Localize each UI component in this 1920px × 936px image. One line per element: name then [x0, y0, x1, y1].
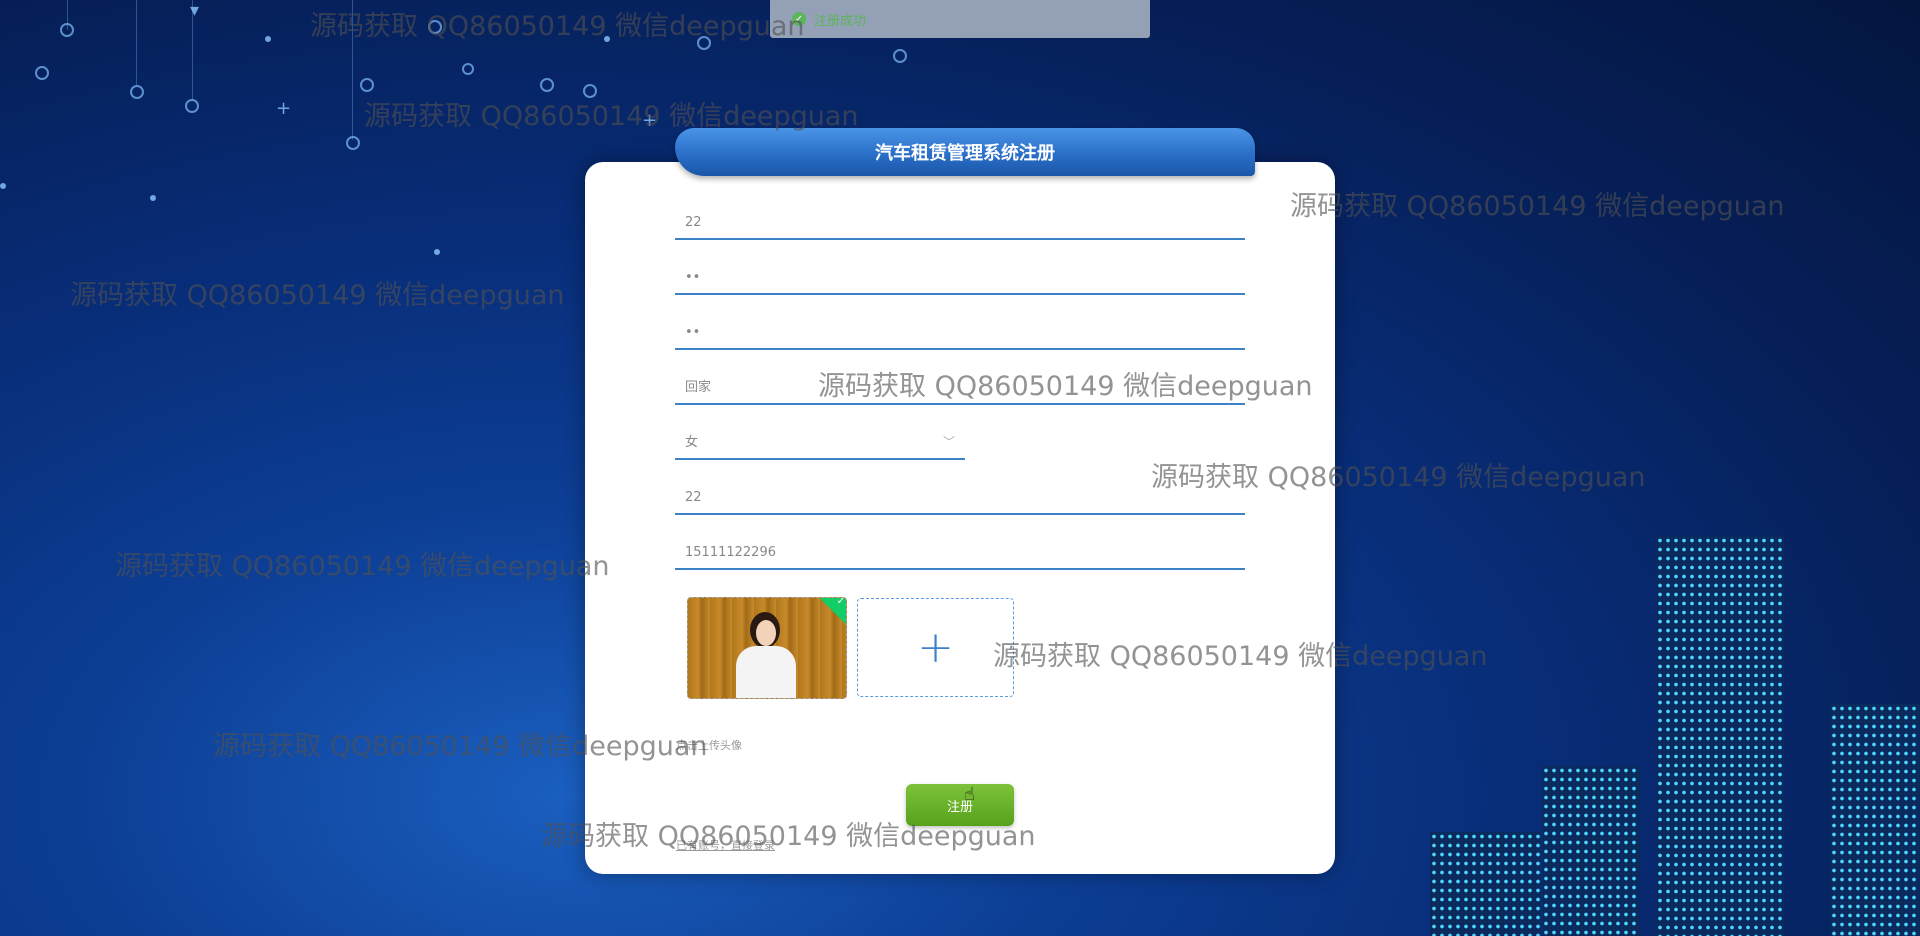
gear-icon: [35, 66, 49, 80]
confirm-password-field[interactable]: ••: [675, 318, 1245, 350]
register-button[interactable]: 注册: [906, 784, 1014, 826]
gear-icon: [185, 99, 199, 113]
city-skyline: [1420, 536, 1920, 936]
check-circle-icon: ✓: [792, 12, 806, 26]
name-field[interactable]: 回家: [675, 373, 1245, 405]
uploaded-avatar[interactable]: ✓: [687, 597, 847, 699]
gear-icon: [60, 23, 74, 37]
account-field[interactable]: 22: [675, 208, 1245, 240]
check-icon: ✓: [836, 597, 846, 607]
watermark: 源码获取 QQ86050149 微信deepguan: [1290, 191, 1785, 222]
gear-icon: [893, 49, 907, 63]
gender-select-value: 女: [685, 435, 699, 450]
gear-icon: [583, 84, 597, 98]
watermark: 源码获取 QQ86050149 微信deepguan: [310, 11, 805, 42]
login-link[interactable]: 已有账号，直接登录: [676, 837, 775, 853]
plus-icon: +: [917, 622, 954, 673]
password-field[interactable]: ••: [675, 263, 1245, 295]
phone-field[interactable]: 15111122296: [675, 538, 1245, 570]
chevron-down-icon: ﹀: [942, 435, 955, 449]
success-toast: ✓ 注册成功: [770, 0, 1150, 38]
gear-icon: [428, 20, 442, 34]
gear-icon: [540, 78, 554, 92]
gear-icon: [130, 85, 144, 99]
toast-message: 注册成功: [814, 13, 867, 29]
hand-cursor-icon: ☝: [964, 784, 975, 805]
watermark: 源码获取 QQ86050149 微信deepguan: [115, 551, 610, 582]
gear-icon: [360, 78, 374, 92]
upload-success-badge: ✓: [815, 597, 846, 627]
gear-icon: [346, 136, 360, 150]
ring-icon: [462, 63, 474, 75]
add-upload-button[interactable]: +: [857, 598, 1014, 697]
gender-select[interactable]: 女 ﹀: [675, 428, 965, 460]
watermark: 源码获取 QQ86050149 微信deepguan: [70, 280, 565, 311]
register-title: 汽车租赁管理系统注册: [675, 128, 1255, 176]
age-field[interactable]: 22: [675, 483, 1245, 515]
upload-hint: 点击上传头像: [676, 739, 742, 752]
gear-icon: [697, 36, 711, 50]
